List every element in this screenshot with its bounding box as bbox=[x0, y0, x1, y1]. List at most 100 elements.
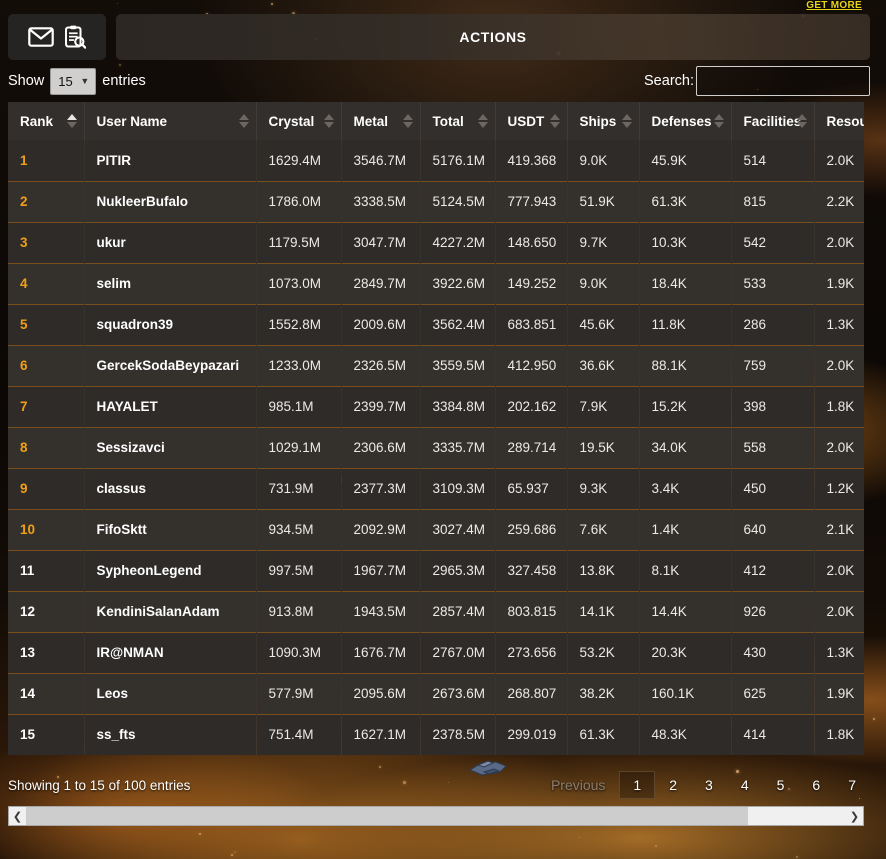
table-row[interactable]: 8 Sessizavci 1029.1M 2306.6M 3335.7M 289.714 1… bbox=[8, 427, 864, 468]
cell-crystal: 1179.5M bbox=[256, 222, 342, 263]
pagination-page-3[interactable]: 3 bbox=[691, 771, 727, 799]
table-row[interactable]: 15 ss_fts 751.4M 1627.1M 2378.5M 299.019 61.3K… bbox=[8, 714, 864, 755]
cell-crystal: 1233.0M bbox=[256, 345, 342, 386]
cell-defenses: 34.0K bbox=[639, 427, 732, 468]
cell-metal: 2377.3M bbox=[341, 468, 421, 509]
sort-arrows-icon[interactable] bbox=[402, 114, 413, 128]
cell-facilities: 625 bbox=[731, 673, 815, 714]
cell-rank: 14 bbox=[8, 673, 85, 714]
sort-arrows-icon[interactable] bbox=[323, 114, 334, 128]
envelope-icon[interactable] bbox=[28, 27, 54, 47]
pagination-page-7[interactable]: 7 bbox=[834, 771, 870, 799]
sort-arrows-icon[interactable] bbox=[477, 114, 488, 128]
cell-crystal: 1629.4M bbox=[256, 140, 342, 181]
cell-rank: 13 bbox=[8, 632, 85, 673]
cell-resources: 1.8K bbox=[826, 727, 855, 743]
cell-ships: 9.0K bbox=[567, 140, 640, 181]
chevron-right-icon[interactable]: ❯ bbox=[846, 807, 863, 825]
pagination-page-6[interactable]: 6 bbox=[798, 771, 834, 799]
entries-info: Showing 1 to 15 of 100 entries bbox=[8, 777, 191, 793]
column-header-rank[interactable]: Rank bbox=[8, 102, 85, 140]
sort-arrows-icon[interactable] bbox=[713, 114, 724, 128]
column-header-resources[interactable]: Resou bbox=[814, 102, 865, 140]
column-header-user-name[interactable]: User Name bbox=[84, 102, 257, 140]
pagination-page-2[interactable]: 2 bbox=[655, 771, 691, 799]
scrollbar-thumb[interactable] bbox=[26, 807, 748, 825]
table-row[interactable]: 14 Leos 577.9M 2095.6M 2673.6M 268.807 38.2K 16… bbox=[8, 673, 864, 714]
sort-arrows-icon[interactable] bbox=[238, 114, 249, 128]
cell-usdt: 268.807 bbox=[495, 673, 568, 714]
sort-arrows-icon[interactable] bbox=[621, 114, 632, 128]
table-row[interactable]: 5 squadron39 1552.8M 2009.6M 3562.4M 683.851 4… bbox=[8, 304, 864, 345]
column-header-usdt[interactable]: USDT bbox=[495, 102, 568, 140]
cell-ships: 9.7K bbox=[567, 222, 640, 263]
column-header-facilities[interactable]: Facilities bbox=[731, 102, 815, 140]
pagination-page-5[interactable]: 5 bbox=[763, 771, 799, 799]
table-row[interactable]: 12 KendiniSalanAdam 913.8M 1943.5M 2857.4M 80… bbox=[8, 591, 864, 632]
sort-arrows-icon[interactable] bbox=[549, 114, 560, 128]
column-label: Ships bbox=[579, 113, 617, 129]
table-header: Rank User Name Crystal Metal Total USDT … bbox=[8, 102, 864, 140]
table-row[interactable]: 10 FifoSktt 934.5M 2092.9M 3027.4M 259.686 7.6… bbox=[8, 509, 864, 550]
sort-arrows-icon[interactable] bbox=[66, 114, 77, 128]
cell-usdt: 149.252 bbox=[495, 263, 568, 304]
table-row[interactable]: 11 SypheonLegend 997.5M 1967.7M 2965.3M 327.4… bbox=[8, 550, 864, 591]
cell-user-name: IR@NMAN bbox=[84, 632, 257, 673]
cell-user-name: PITIR bbox=[84, 140, 257, 181]
sort-arrows-icon[interactable] bbox=[796, 114, 807, 128]
column-header-defenses[interactable]: Defenses bbox=[639, 102, 732, 140]
cell-user-name: squadron39 bbox=[84, 304, 257, 345]
cell-usdt: 412.950 bbox=[495, 345, 568, 386]
cell-defenses: 61.3K bbox=[639, 181, 732, 222]
pagination-page-1[interactable]: 1 bbox=[619, 771, 656, 799]
cell-total: 5124.5M bbox=[420, 181, 496, 222]
column-header-crystal[interactable]: Crystal bbox=[256, 102, 342, 140]
cell-crystal: 1786.0M bbox=[256, 181, 342, 222]
chevron-left-icon[interactable]: ❮ bbox=[9, 807, 26, 825]
cell-metal: 2849.7M bbox=[341, 263, 421, 304]
pagination-previous[interactable]: Previous bbox=[537, 771, 619, 799]
cell-rank: 15 bbox=[8, 714, 85, 755]
column-header-ships[interactable]: Ships bbox=[567, 102, 640, 140]
cell-metal: 3338.5M bbox=[341, 181, 421, 222]
table-row[interactable]: 2 NukleerBufalo 1786.0M 3338.5M 5124.5M 777.9… bbox=[8, 181, 864, 222]
get-more-link[interactable]: GET MORE bbox=[806, 0, 862, 11]
cell-ships: 9.3K bbox=[567, 468, 640, 509]
cell-resources: 2.1K bbox=[826, 522, 855, 537]
actions-button[interactable]: ACTIONS bbox=[116, 14, 870, 60]
clipboard-search-icon[interactable] bbox=[64, 25, 86, 49]
pagination-page-4[interactable]: 4 bbox=[727, 771, 763, 799]
message-report-button-group[interactable] bbox=[8, 14, 106, 60]
cell-rank: 6 bbox=[8, 345, 85, 386]
table-row[interactable]: 3 ukur 1179.5M 3047.7M 4227.2M 148.650 9.7K 10.… bbox=[8, 222, 864, 263]
cell-user-name: SypheonLegend bbox=[84, 550, 257, 591]
table-row[interactable]: 9 classus 731.9M 2377.3M 3109.3M 65.937 9.3K 3.… bbox=[8, 468, 864, 509]
cell-facilities: 815 bbox=[731, 181, 815, 222]
cell-ships: 45.6K bbox=[567, 304, 640, 345]
cell-user-name: ukur bbox=[84, 222, 257, 263]
table-row[interactable]: 4 selim 1073.0M 2849.7M 3922.6M 149.252 9.0K 18… bbox=[8, 263, 864, 304]
table-row[interactable]: 1 PITIR 1629.4M 3546.7M 5176.1M 419.368 9.0K 45… bbox=[8, 140, 864, 181]
cell-rank: 5 bbox=[8, 304, 85, 345]
cell-usdt: 683.851 bbox=[495, 304, 568, 345]
column-header-total[interactable]: Total bbox=[420, 102, 496, 140]
cell-crystal: 1090.3M bbox=[256, 632, 342, 673]
leaderboard-table-viewport[interactable]: Rank User Name Crystal Metal Total USDT … bbox=[8, 102, 864, 758]
table-row[interactable]: 7 HAYALET 985.1M 2399.7M 3384.8M 202.162 7.9K 1… bbox=[8, 386, 864, 427]
entries-per-page-select[interactable]: 15 bbox=[50, 67, 97, 95]
cell-user-name: selim bbox=[84, 263, 257, 304]
column-header-metal[interactable]: Metal bbox=[341, 102, 421, 140]
horizontal-scrollbar[interactable]: ❮ ❯ bbox=[8, 806, 864, 826]
cell-crystal: 985.1M bbox=[256, 386, 342, 427]
table-header-row: Rank User Name Crystal Metal Total USDT … bbox=[8, 102, 864, 140]
scrollbar-track[interactable] bbox=[26, 807, 846, 825]
table-row[interactable]: 13 IR@NMAN 1090.3M 1676.7M 2767.0M 273.656 53.… bbox=[8, 632, 864, 673]
cell-metal: 1967.7M bbox=[341, 550, 421, 591]
cell-usdt: 202.162 bbox=[495, 386, 568, 427]
search-input[interactable] bbox=[696, 66, 870, 96]
table-row[interactable]: 6 GercekSodaBeypazari 1233.0M 2326.5M 3559.5… bbox=[8, 345, 864, 386]
cell-defenses: 48.3K bbox=[639, 714, 732, 755]
cell-defenses: 20.3K bbox=[639, 632, 732, 673]
cell-defenses: 3.4K bbox=[639, 468, 732, 509]
cell-crystal: 577.9M bbox=[256, 673, 342, 714]
